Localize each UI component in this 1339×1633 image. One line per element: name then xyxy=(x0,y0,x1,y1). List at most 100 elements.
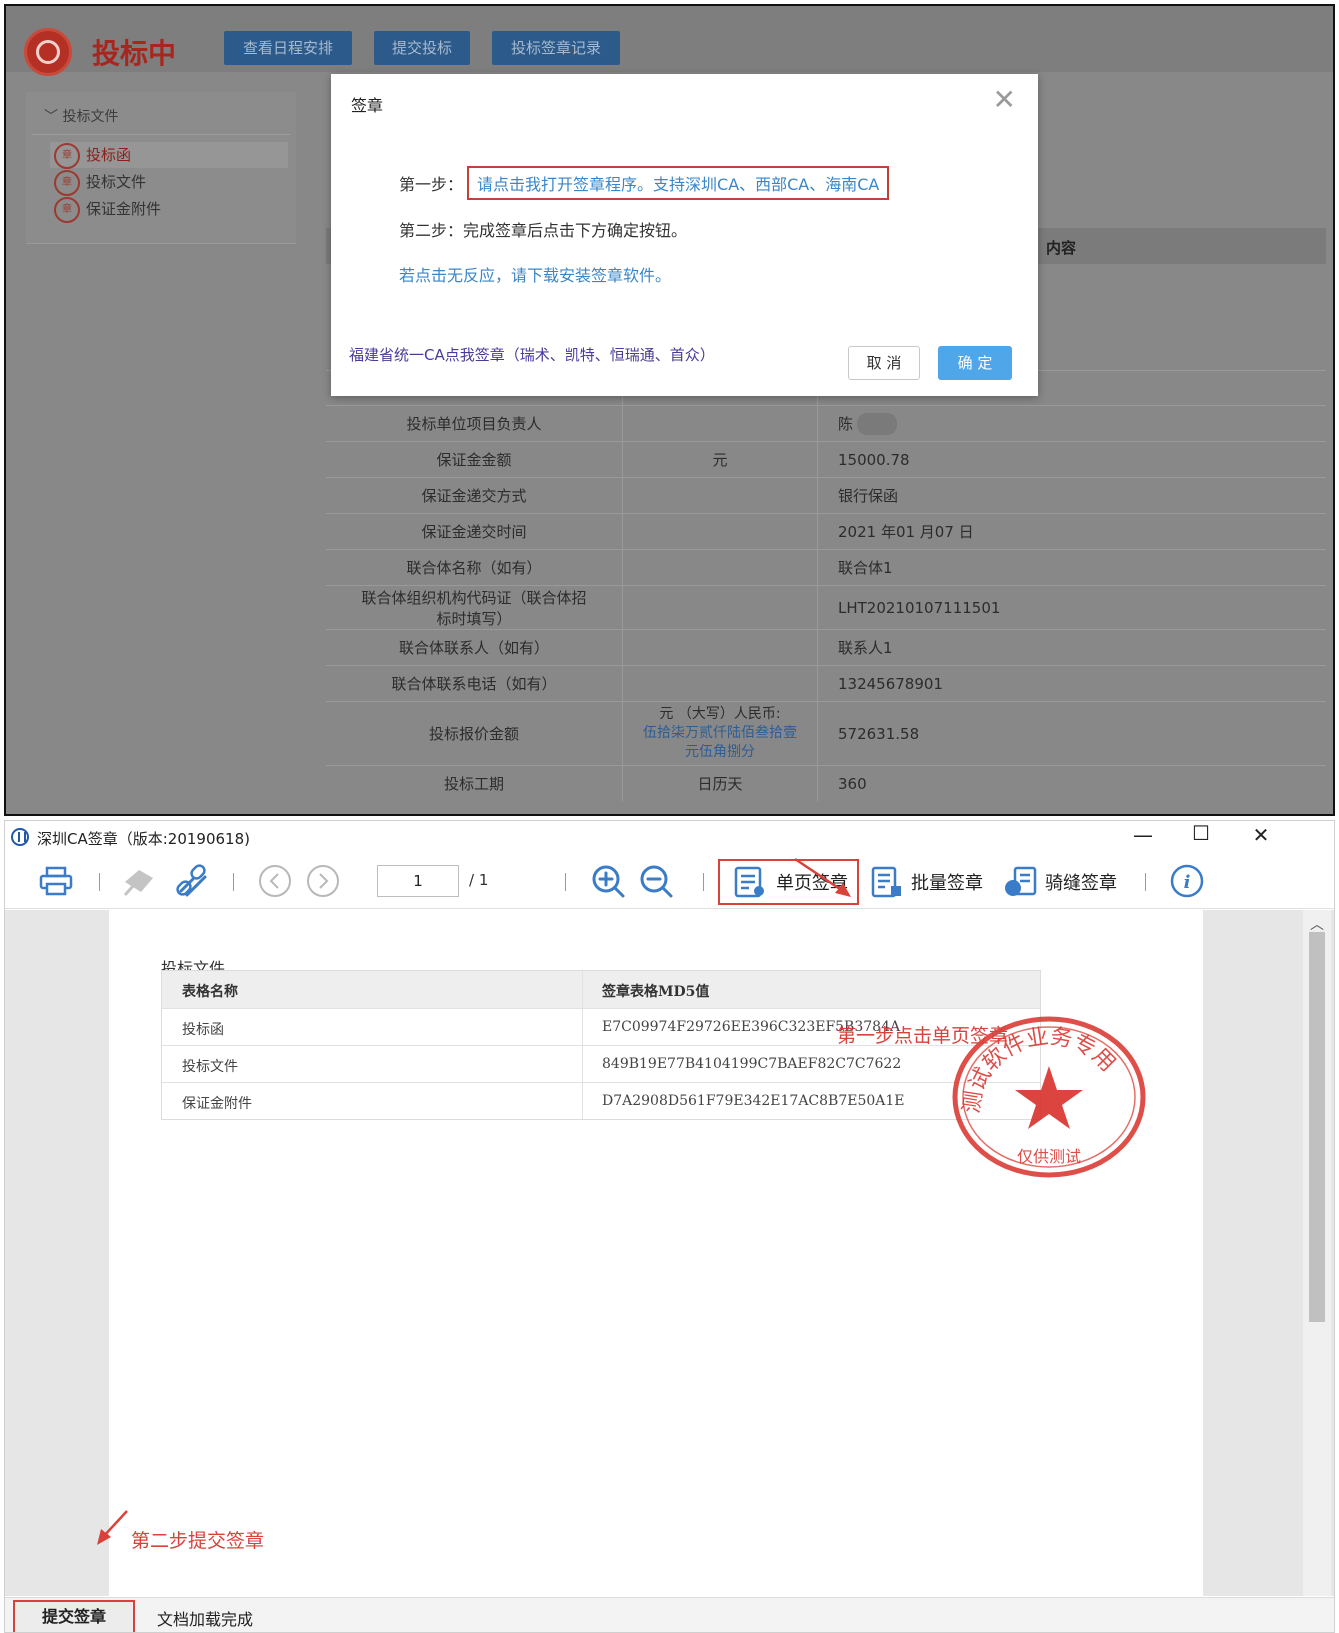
previous-page-icon[interactable] xyxy=(255,853,295,909)
row-value: 13245678901 xyxy=(838,674,943,693)
download-software-link[interactable]: 若点击无反应，请下载安装签章软件。 xyxy=(399,262,671,286)
close-icon[interactable]: ✕ xyxy=(993,86,1016,114)
row-unit: 元 （大写）人民币: 伍拾柒万贰仟陆佰叁拾壹元伍角捌分 xyxy=(623,702,818,765)
page-number-input[interactable]: 1 xyxy=(377,865,459,897)
redacted-blur xyxy=(857,412,898,435)
batch-sign-label: 批量签章 xyxy=(911,873,983,894)
column-header: 签章表格MD5值 xyxy=(602,984,710,1000)
sidebar-item-label: 投标文件 xyxy=(86,173,147,191)
row-unit xyxy=(623,514,818,549)
table-row: 联合体联系人（如有） 联系人1 xyxy=(326,629,1326,665)
row-value: 陈 xyxy=(838,406,1318,441)
row-label: 联合体组织机构代码证（联合体招标时填写） xyxy=(326,586,623,629)
column-header-content: 内容 xyxy=(1046,239,1077,257)
maximize-icon[interactable]: ☐ xyxy=(1181,821,1221,845)
view-schedule-button[interactable]: 查看日程安排 xyxy=(224,31,352,65)
row-unit xyxy=(623,406,818,441)
column-header: 表格名称 xyxy=(182,984,238,1000)
sidebar: ﹀ 投标文件 章 投标函 章 投标文件 章 保证金附件 xyxy=(26,92,296,244)
table-row: 联合体联系电话（如有） 13245678901 xyxy=(326,665,1326,701)
page-total: / 1 xyxy=(469,871,489,889)
open-sign-program-link[interactable]: 请点击我打开签章程序。支持深圳CA、西部CA、海南CA xyxy=(467,166,890,200)
dialog-title: 签章 xyxy=(351,96,384,115)
vertical-scrollbar[interactable]: ︿ xyxy=(1303,910,1331,1596)
row-value-text: 陈 xyxy=(838,415,854,433)
app-header: 投标中 查看日程安排 提交投标 投标签章记录 xyxy=(6,6,1333,76)
batch-sign-button[interactable]: 批量签章 xyxy=(869,859,983,905)
sidebar-section[interactable]: ﹀ 投标文件 xyxy=(44,106,118,126)
step2-annotation: 第二步提交签章 xyxy=(131,1530,265,1552)
row-value: 2021 年01 月07 日 xyxy=(838,523,974,541)
scroll-thumb[interactable] xyxy=(1309,932,1325,1322)
table-row: 投标工期 日历天 360 xyxy=(326,765,1326,801)
batch-document-icon xyxy=(871,866,901,898)
toolbar: 1 / 1 单页签章 批量签章 骑缝签章 i xyxy=(5,853,1334,909)
divider xyxy=(32,134,290,135)
close-icon[interactable]: ✕ xyxy=(1241,823,1281,847)
cancel-button[interactable]: 取 消 xyxy=(848,346,920,380)
sign-record-button[interactable]: 投标签章记录 xyxy=(492,31,620,65)
row-label: 投标工期 xyxy=(326,766,623,801)
seam-sign-button[interactable]: 骑缝签章 xyxy=(1003,859,1117,905)
amount-in-words: 伍拾柒万贰仟陆佰叁拾壹元伍角捌分 xyxy=(643,725,797,760)
row-value: 572631.58 xyxy=(838,724,920,743)
sidebar-section-label: 投标文件 xyxy=(62,109,119,125)
step1-label: 第一步： xyxy=(399,175,464,194)
table-row: 联合体名称（如有） 联合体1 xyxy=(326,549,1326,585)
row-label: 联合体名称（如有） xyxy=(326,550,623,585)
zoom-out-icon[interactable] xyxy=(637,853,677,909)
table-row: 投标文件 849B19E77B4104199C7BAEF82C7C7622 xyxy=(162,1045,1040,1082)
next-page-icon[interactable] xyxy=(303,853,343,909)
single-sign-label: 单页签章 xyxy=(776,873,848,894)
table-header-row: 表格名称 签章表格MD5值 xyxy=(162,971,1040,1008)
toolbar-separator xyxy=(565,873,566,891)
toolbar-separator xyxy=(99,873,100,891)
row-value: LHT20210107111501 xyxy=(838,598,1001,617)
target-logo-icon xyxy=(24,28,72,76)
app-title: 投标中 xyxy=(92,37,177,70)
submit-sign-button[interactable]: 提交签章 xyxy=(13,1600,135,1632)
row-unit xyxy=(623,550,818,585)
single-page-sign-button[interactable]: 单页签章 xyxy=(718,859,859,905)
sidebar-item-bid-file[interactable]: 章 投标文件 xyxy=(50,169,288,196)
ca-sign-window: 深圳CA签章（版本:20190618) — ☐ ✕ 1 / 1 单页签章 批量签… xyxy=(4,820,1335,1633)
row-value: 银行保函 xyxy=(838,487,899,505)
scroll-up-icon[interactable]: ︿ xyxy=(1310,914,1324,934)
fujian-ca-sign-link[interactable]: 福建省统一CA点我签章（瑞术、凯特、恒瑞通、首众） xyxy=(349,344,715,365)
form-name-cell: 保证金附件 xyxy=(182,1096,252,1112)
sidebar-item-label: 投标函 xyxy=(86,146,132,164)
zoom-in-icon[interactable] xyxy=(589,853,629,909)
md5-cell: D7A2908D561F79E342E17AC8B7E50A1E xyxy=(602,1093,905,1109)
minimize-icon[interactable]: — xyxy=(1123,823,1163,847)
pin-icon[interactable] xyxy=(119,853,161,909)
row-label: 投标报价金额 xyxy=(326,702,623,765)
row-label: 投标单位项目负责人 xyxy=(326,406,623,441)
bidding-page-panel: 投标中 查看日程安排 提交投标 投标签章记录 ﹀ 投标文件 章 投标函 章 投标… xyxy=(4,4,1335,816)
row-label: 保证金递交时间 xyxy=(326,514,623,549)
document-sign-icon xyxy=(734,866,764,898)
svg-text:i: i xyxy=(1184,872,1191,893)
status-bar: 提交签章 文档加载完成 xyxy=(5,1597,1334,1632)
sidebar-item-deposit-attachment[interactable]: 章 保证金附件 xyxy=(50,196,288,223)
confirm-button[interactable]: 确 定 xyxy=(938,346,1012,380)
seal-icon: 章 xyxy=(54,170,80,196)
md5-cell: 849B19E77B4104199C7BAEF82C7C7622 xyxy=(602,1056,902,1072)
load-status-text: 文档加载完成 xyxy=(157,1610,254,1629)
row-label: 联合体联系电话（如有） xyxy=(326,666,623,701)
seal-icon: 章 xyxy=(54,143,80,169)
sidebar-item-bid-letter[interactable]: 章 投标函 xyxy=(50,142,288,169)
submit-bid-button[interactable]: 提交投标 xyxy=(374,31,470,65)
seam-seal-icon xyxy=(1005,866,1037,896)
toolbar-separator xyxy=(233,873,234,891)
sidebar-item-label: 保证金附件 xyxy=(86,200,162,218)
seal-icon: 章 xyxy=(54,197,80,223)
print-icon[interactable] xyxy=(37,853,77,909)
row-value: 联系人1 xyxy=(838,639,893,657)
info-icon[interactable]: i xyxy=(1167,853,1207,909)
toolbar-separator xyxy=(1145,873,1146,891)
link-icon[interactable] xyxy=(171,853,213,909)
seam-sign-label: 骑缝签章 xyxy=(1045,873,1117,894)
row-value: 联合体1 xyxy=(838,559,893,577)
form-name-cell: 投标函 xyxy=(182,1022,224,1038)
table-row: 保证金递交时间 2021 年01 月07 日 xyxy=(326,513,1326,549)
